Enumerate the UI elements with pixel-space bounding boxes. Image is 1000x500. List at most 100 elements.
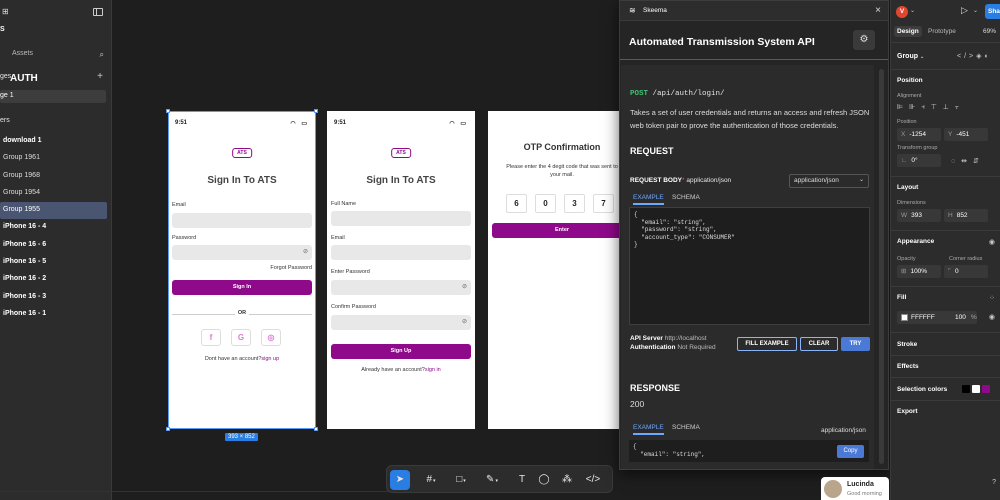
move-tool-icon[interactable]: ➤ (390, 470, 410, 490)
eye-icon[interactable]: ◉ (989, 313, 995, 321)
height-field[interactable]: H 852 (944, 209, 988, 222)
chevron-down-icon[interactable]: ⌄ (973, 7, 978, 14)
copy-button[interactable]: Copy (837, 445, 864, 458)
zoom-level[interactable]: 69% (983, 28, 996, 35)
frame-sign-in[interactable]: 9:51 ◠ ▭ ATS Sign In To ATS Email Passwo… (168, 111, 316, 429)
layer-item[interactable]: iPhone 16 - 6 (0, 237, 111, 254)
tab-schema[interactable]: SCHEMA (672, 194, 700, 201)
component-actions[interactable]: </>◈◐ (957, 52, 992, 60)
pen-tool-icon[interactable]: ✎▾ (482, 470, 502, 490)
help-icon[interactable]: ? (992, 479, 996, 486)
tab-prototype[interactable]: Prototype (928, 28, 956, 35)
google-icon[interactable]: G (231, 329, 251, 346)
plugin-titlebar[interactable]: ≋ Skeema × (620, 1, 888, 21)
frame-otp[interactable]: OTP Confirmation Please enter the 4 degi… (488, 111, 619, 429)
layer-type-dropdown[interactable]: Group ⌄ (897, 53, 924, 60)
eye-off-icon[interactable]: ⊘ (462, 283, 467, 290)
otp-digit[interactable]: 7 (593, 194, 614, 213)
eye-icon[interactable]: ◉ (989, 238, 995, 246)
y-field[interactable]: Y -451 (944, 128, 988, 141)
stroke-heading[interactable]: Stroke (897, 341, 917, 348)
chevron-down-icon[interactable]: ⌄ (910, 7, 915, 14)
frame-sign-up[interactable]: 9:51 ◠ ▭ ATS Sign In To ATS Full Name Em… (327, 111, 475, 429)
layer-item[interactable]: Group 1961 (0, 150, 111, 167)
enter-button[interactable]: Enter (492, 223, 619, 238)
sign-in-link[interactable]: sign in (425, 367, 441, 373)
opacity-field[interactable]: ⊞ 100% (897, 265, 941, 278)
alignment-controls[interactable]: ⊫⊪⫞⊤⊥⫟ (897, 103, 965, 112)
resize-handle[interactable] (314, 109, 318, 113)
rectangle-tool-icon[interactable]: □▾ (451, 470, 471, 490)
sign-in-button[interactable]: Sign In (172, 280, 312, 295)
avatar[interactable]: V (896, 6, 908, 18)
tab-assets[interactable]: Assets (12, 50, 33, 57)
styles-icon[interactable]: ⁘ (989, 294, 995, 302)
resize-handle[interactable] (314, 427, 318, 431)
flip-controls[interactable]: ◌⇹⇵ (951, 157, 985, 165)
password-field[interactable]: ⊘ (172, 245, 312, 260)
present-icon[interactable]: ▷ (961, 5, 968, 16)
tab-example[interactable]: EXAMPLE (633, 424, 664, 435)
layer-item[interactable]: iPhone 16 - 5 (0, 254, 111, 271)
page-item[interactable]: ge 1 (0, 90, 106, 103)
facebook-icon[interactable]: f (201, 329, 221, 346)
comment-card[interactable]: Lucinda Good morning (821, 477, 889, 500)
confirm-password-field[interactable]: ⊘ (331, 315, 471, 330)
close-icon[interactable]: × (875, 5, 881, 16)
comment-tool-icon[interactable]: ◯ (534, 470, 554, 490)
try-button[interactable]: TRY (841, 337, 870, 351)
corner-radius-field[interactable]: ⌜ 0 (944, 265, 988, 278)
width-field[interactable]: W 393 (897, 209, 941, 222)
search-icon[interactable]: ⌕ (100, 50, 104, 60)
request-example-editor[interactable]: { "email": "string", "password": "string… (629, 207, 870, 325)
tab-schema[interactable]: SCHEMA (672, 424, 700, 431)
resize-handle[interactable] (166, 427, 170, 431)
content-type-select[interactable]: application/json ⌄ (789, 174, 869, 188)
color-swatch[interactable] (972, 385, 980, 393)
email-field[interactable] (172, 213, 312, 228)
otp-digit[interactable]: 0 (535, 194, 556, 213)
dev-mode-icon[interactable]: </> (583, 470, 603, 490)
layer-item[interactable]: iPhone 16 - 4 (0, 219, 111, 236)
add-page-icon[interactable]: + (97, 71, 103, 82)
otp-digit[interactable]: 3 (564, 194, 585, 213)
tab-design[interactable]: Design (894, 26, 922, 37)
layer-item[interactable]: Group 1955 (0, 202, 107, 220)
plugin-scrollbar[interactable] (879, 69, 884, 464)
password-field[interactable]: ⊘ (331, 280, 471, 295)
text-tool-icon[interactable]: T (512, 470, 532, 490)
full-name-field[interactable] (331, 211, 471, 226)
actions-icon[interactable]: ⁂ (557, 470, 577, 490)
layer-item[interactable]: iPhone 16 - 3 (0, 289, 111, 306)
color-swatch[interactable] (962, 385, 970, 393)
sign-up-button[interactable]: Sign Up (331, 344, 471, 359)
effects-heading[interactable]: Effects (897, 363, 919, 370)
fill-color-field[interactable]: FFFFFF 100% (897, 311, 977, 324)
otp-digit[interactable]: 6 (506, 194, 527, 213)
gear-icon[interactable]: ⚙ (853, 30, 875, 50)
sign-up-link[interactable]: sign up (261, 356, 279, 362)
layer-item[interactable]: Group 1954 (0, 185, 111, 202)
eye-off-icon[interactable]: ⊘ (303, 248, 308, 255)
layer-item[interactable]: download 1 (0, 133, 111, 150)
x-field[interactable]: X -1254 (897, 128, 941, 141)
clear-button[interactable]: CLEAR (800, 337, 838, 351)
layer-item[interactable]: iPhone 16 - 1 (0, 306, 111, 323)
layer-item[interactable]: iPhone 16 - 2 (0, 271, 111, 288)
instagram-icon[interactable]: ◎ (261, 329, 281, 346)
export-heading[interactable]: Export (897, 408, 918, 415)
frame-tool-icon[interactable]: #▾ (421, 470, 441, 490)
tab-example[interactable]: EXAMPLE (633, 194, 664, 205)
project-name[interactable]: S (0, 26, 5, 33)
color-swatch[interactable] (982, 385, 990, 393)
resize-handle[interactable] (166, 109, 170, 113)
eye-off-icon[interactable]: ⊘ (462, 318, 467, 325)
email-field[interactable] (331, 245, 471, 260)
rotation-field[interactable]: ∟ 0° (897, 154, 941, 167)
fill-example-button[interactable]: FILL EXAMPLE (737, 337, 797, 351)
forgot-password-link[interactable]: Forgot Password (270, 265, 312, 271)
share-button[interactable]: Sha (985, 4, 1000, 19)
toggle-sidebar-icon[interactable] (93, 8, 103, 16)
main-menu-icon[interactable]: ⊞ (2, 7, 9, 16)
layer-item[interactable]: Group 1968 (0, 168, 111, 185)
